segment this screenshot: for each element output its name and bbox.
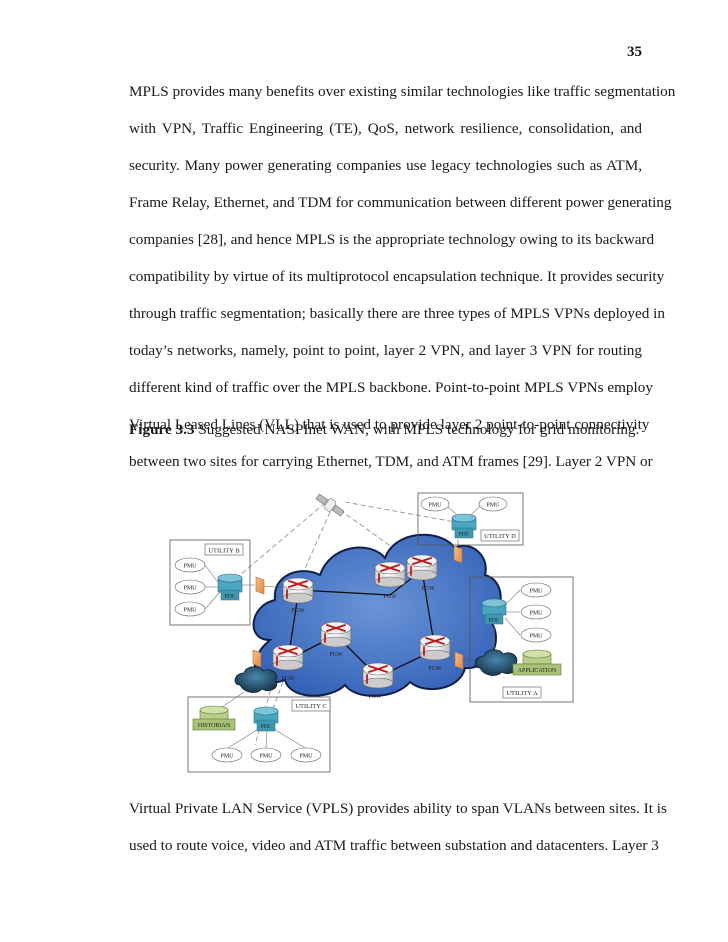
firewall-icon — [453, 545, 463, 564]
utility-b-label: UTILITY B — [208, 548, 240, 555]
router-label: PGW — [281, 676, 295, 682]
router-icon — [320, 621, 352, 648]
router-label: PGW — [291, 608, 305, 614]
utility-b: UTILITY B PMU PMU PMU PDC — [169, 539, 255, 626]
text-line: used to route voice, video and ATM traff… — [129, 837, 659, 854]
text-line: companies [28], and hence MPLS is the ap… — [129, 231, 655, 248]
lan-cloud-icon — [234, 666, 278, 693]
network-diagram: UTILITY B PMU PMU PMU PDC PMU PMU PDC UT… — [169, 492, 574, 773]
firewall-icon — [255, 576, 265, 595]
pmu-label: PMU — [183, 564, 197, 570]
firewall-icon — [252, 649, 262, 668]
pmu-label: PMU — [183, 586, 197, 592]
text-line: compatibility by virtue of its multiprot… — [129, 268, 665, 285]
text-line: with VPN, Traffic Engineering (TE), QoS,… — [129, 120, 642, 137]
figure-label: Figure 3.3 — [129, 421, 195, 438]
pmu-label: PMU — [183, 608, 197, 614]
pmu-label: PMU — [529, 589, 543, 595]
text-line: MPLS provides many benefits over existin… — [129, 83, 676, 100]
router-icon — [419, 634, 451, 661]
satellite-icon — [315, 493, 345, 517]
text-line: different kind of traffic over the MPLS … — [129, 379, 653, 396]
router-label: PGW — [421, 586, 435, 592]
router-label: PGW — [329, 652, 343, 658]
router-label: PGW — [428, 666, 442, 672]
router-icon — [362, 662, 394, 689]
pmu-label: PMU — [299, 754, 313, 760]
pmu-label: PMU — [220, 754, 234, 760]
text-line: today’s networks, namely, point to point… — [129, 342, 642, 359]
pmu-label: PMU — [259, 754, 273, 760]
pmu-label: PMU — [529, 634, 543, 640]
application-label: APPLICATION — [518, 668, 557, 674]
router-icon — [272, 644, 304, 671]
pmu-label: PMU — [486, 503, 500, 509]
figure-caption-text: Suggested NASPInet WAN, with MPLS techno… — [194, 421, 640, 438]
utility-a-label: UTILITY A — [506, 690, 538, 697]
router-label: PGW — [368, 694, 382, 700]
pdc-label: PDC — [225, 594, 236, 600]
router-icon — [374, 561, 406, 588]
page-number: 35 — [627, 44, 642, 60]
pmu-label: PMU — [529, 611, 543, 617]
text-line: Virtual Private LAN Service (VPLS) provi… — [129, 800, 667, 817]
text-line: security. Many power generating companie… — [129, 157, 642, 174]
text-line: between two sites for carrying Ethernet,… — [129, 453, 653, 470]
pdc-label: PDC — [261, 724, 272, 730]
router-icon — [406, 554, 438, 581]
text-line: Frame Relay, Ethernet, and TDM for commu… — [129, 194, 672, 211]
pmu-label: PMU — [428, 503, 442, 509]
firewall-icon — [454, 651, 464, 670]
figure-caption: Figure 3.3 Suggested NASPInet WAN, with … — [129, 421, 639, 439]
utility-d-label: UTILITY D — [484, 533, 516, 540]
pdc-label: PDC — [459, 532, 470, 538]
pdc-label: PDC — [489, 618, 500, 624]
utility-c-label: UTILITY C — [295, 703, 326, 710]
router-label: PGW — [383, 594, 397, 600]
router-icon — [282, 577, 314, 604]
historian-label: HISTORIAN — [198, 723, 231, 729]
text-line: through traffic segmentation; basically … — [129, 305, 665, 322]
